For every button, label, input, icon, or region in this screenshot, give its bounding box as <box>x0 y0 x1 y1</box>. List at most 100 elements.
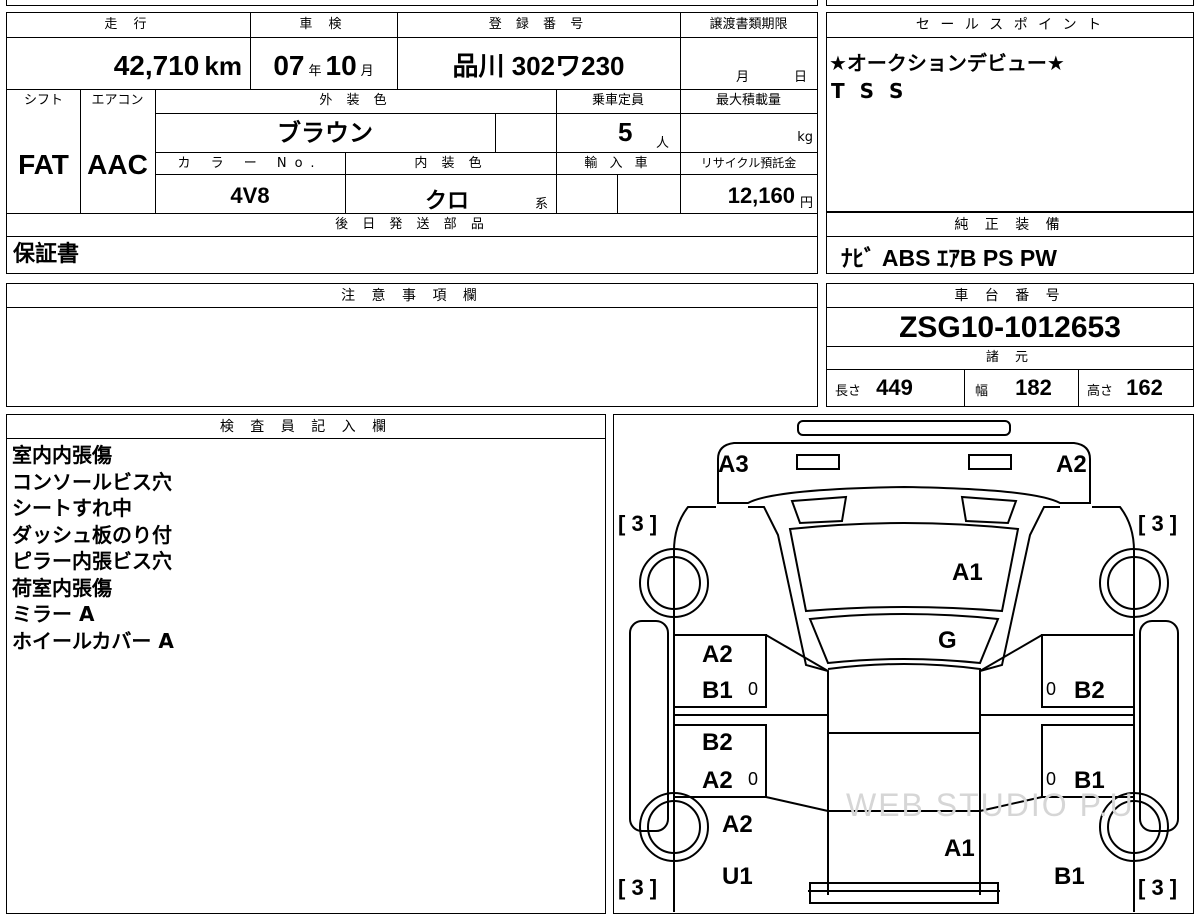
chassis-panel: 車 台 番 号 ZSG10-1012653 諸 元 長さ 449 幅 182 高… <box>826 283 1194 407</box>
color-no-cell: 4V8 <box>155 175 345 213</box>
capacity-cell: 5 人 <box>556 114 680 152</box>
specs-header: 諸 元 <box>985 350 1035 365</box>
mark-hood: A1 <box>952 559 983 586</box>
transfer-doc-header: 譲渡書類期限 <box>709 17 788 32</box>
mark-rf-door: B2 <box>1074 677 1105 704</box>
later-parts-cell: 保証書 <box>13 237 813 273</box>
exterior-color-cell: ブラウン <box>155 114 495 152</box>
top-sliver <box>6 0 818 6</box>
equipment-value: ﾅﾋﾞ ABS ｴｱB PS PW <box>841 245 1057 271</box>
shift-value: FAT <box>18 149 69 180</box>
mark-windshield: G <box>938 627 957 654</box>
capacity-header: 乗車定員 <box>591 93 644 108</box>
mark-rear-right: B1 <box>1054 863 1085 890</box>
mark-lr-door-bottom: A2 <box>702 767 733 794</box>
interior-color-header: 内 装 色 <box>414 156 487 171</box>
mileage-cell: 42,710 km <box>7 38 250 88</box>
inspection-cell: 07 年 10 月 <box>250 38 397 88</box>
capacity-value: 5 <box>618 117 633 147</box>
interior-color-value: クロ <box>425 188 470 213</box>
length-label: 長さ <box>835 384 862 399</box>
shift-header: シフト <box>23 93 63 108</box>
transfer-doc-cell: 月 日 <box>680 38 817 88</box>
chassis-value: ZSG10-1012653 <box>899 311 1121 344</box>
mark-lr-door-top: B2 <box>702 729 733 756</box>
inspector-list: 室内内張傷 コンソールビス穴 シートすれ中 ダッシュ板のり付 ピラー内張ビス穴 … <box>12 442 174 654</box>
length-value: 449 <box>876 375 913 400</box>
sales-point-line-1: ★オークションデビュー★ <box>829 51 1065 75</box>
sales-point-header: セ ー ル ス ポ イ ン ト <box>827 13 1193 38</box>
inspector-panel: 検 査 員 記 入 欄 室内内張傷 コンソールビス穴 シートすれ中 ダッシュ板の… <box>6 414 606 914</box>
zero-rf: 0 <box>1046 679 1057 699</box>
transfer-month-unit: 月 <box>736 70 750 85</box>
color-no-value: 4V8 <box>230 183 270 208</box>
max-load-cell: kg <box>680 114 817 152</box>
recycle-header: リサイクル預託金 <box>700 156 797 170</box>
registration-header: 登 録 番 号 <box>488 17 589 32</box>
mark-lf-door-bottom: B1 <box>702 677 733 704</box>
inspector-line: ダッシュ板のり付 <box>12 522 172 547</box>
mark-front-right: A2 <box>1056 451 1087 478</box>
sales-point-panel: セ ー ル ス ポ イ ン ト ★オークションデビュー★ T S S <box>826 12 1194 212</box>
ac-header: エアコン <box>91 93 144 108</box>
mark-roof-rear: A1 <box>944 835 975 862</box>
zero-rr: 0 <box>1046 769 1057 789</box>
equipment-header: 純 正 装 備 <box>827 213 1193 237</box>
bracket-top-left: [ 3 ] <box>618 511 658 536</box>
inspector-line: 室内内張傷 <box>12 443 112 467</box>
width-value: 182 <box>1015 375 1052 400</box>
notes-header: 注 意 事 項 欄 <box>7 284 817 308</box>
vehicle-info-panel: 走 行 車 検 登 録 番 号 譲渡書類期限 42,710 km 07 年 10 月 … <box>6 12 818 274</box>
recycle-value: 12,160 <box>727 183 795 208</box>
bracket-top-right: [ 3 ] <box>1138 511 1178 536</box>
mark-rear-left-a: A2 <box>722 811 753 838</box>
inspector-line: ホイールカバー A <box>12 628 174 653</box>
interior-color-cell: クロ 系 <box>345 175 556 213</box>
mileage-header: 走 行 <box>104 17 153 32</box>
notes-panel: 注 意 事 項 欄 <box>6 283 818 407</box>
bracket-bottom-left: [ 3 ] <box>618 875 658 900</box>
import-header: 輸 入 車 <box>584 156 652 171</box>
height-label: 高さ <box>1087 384 1114 399</box>
inspector-line: ミラー A <box>12 602 95 626</box>
length-cell: 長さ 449 <box>827 370 964 406</box>
exterior-color-header: 外 装 色 <box>319 93 392 108</box>
registration-cell: 品川 302ワ230 <box>397 38 680 88</box>
inspector-header: 検 査 員 記 入 欄 <box>7 415 605 439</box>
zero-lf: 0 <box>748 679 759 699</box>
width-label: 幅 <box>975 384 989 399</box>
color-no-header: カ ラ ー No. <box>177 156 323 171</box>
recycle-cell: 12,160 円 <box>680 175 817 213</box>
inspection-header: 車 検 <box>299 17 348 32</box>
inspection-year: 07 <box>273 50 305 81</box>
inspection-month-unit: 月 <box>360 64 374 79</box>
recycle-unit: 円 <box>799 196 813 211</box>
bracket-bottom-right: [ 3 ] <box>1138 875 1178 900</box>
capacity-unit: 人 <box>656 136 670 151</box>
mileage-value: 42,710 <box>113 50 200 81</box>
inspector-line: シートすれ中 <box>12 496 132 520</box>
car-diagram-drawing <box>629 420 1179 912</box>
inspection-month: 10 <box>325 50 357 81</box>
inspection-year-unit: 年 <box>308 64 322 79</box>
inspector-line: 荷室内張傷 <box>12 575 112 600</box>
mileage-unit: km <box>204 51 242 81</box>
shift-cell: FAT <box>7 113 80 213</box>
max-load-unit: kg <box>797 130 813 145</box>
transfer-day-unit: 日 <box>794 70 808 85</box>
registration-value: 品川 302ワ230 <box>452 51 625 81</box>
height-cell: 高さ 162 <box>1079 370 1193 406</box>
mark-rr-door: B1 <box>1074 767 1105 794</box>
sales-point-line-2: T S S <box>831 79 908 103</box>
width-cell: 幅 182 <box>965 370 1078 406</box>
car-diagram-panel: WEB STUDIO P.U [ 3 ] [ 3 ] [ 3 ] [ 3 ] A… <box>613 414 1194 914</box>
chassis-header: 車 台 番 号 <box>827 284 1193 308</box>
later-parts-header: 後 日 発 送 部 品 <box>335 217 489 232</box>
exterior-color-value: ブラウン <box>277 120 373 147</box>
max-load-header: 最大積載量 <box>715 93 781 108</box>
inspector-line: コンソールビス穴 <box>12 469 172 494</box>
top-sliver-right <box>826 0 1194 6</box>
height-value: 162 <box>1126 375 1163 400</box>
mark-lf-door-top: A2 <box>702 641 733 668</box>
later-parts-value: 保証書 <box>13 242 80 267</box>
